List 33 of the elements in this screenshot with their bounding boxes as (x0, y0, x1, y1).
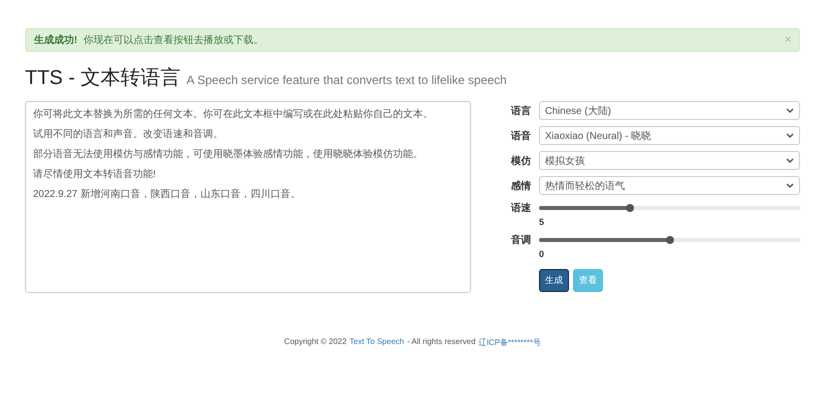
page-title: TTS - 文本转语言 (25, 66, 181, 91)
slider-value: 0 (539, 249, 546, 259)
caret-icon (786, 182, 794, 188)
dropdown[interactable]: Xiaoxiao (Neural) - 晓晓 (539, 126, 800, 145)
text-line: 2022.9.27 新增河南口音，陕西口音，山东口音，四川口音。 (33, 188, 302, 201)
field-label: 语速 (511, 202, 532, 215)
field-label: 音调 (511, 233, 532, 247)
slider-handle[interactable] (666, 236, 674, 244)
field-label: 感情 (511, 180, 532, 192)
alert-title: 生成成功! (34, 34, 78, 47)
rights-text: - All rights reserved (407, 337, 476, 348)
text-input-field[interactable]: 你可将此文本替换为所需的任何文本。你可在此文本框中编写或在此处粘贴你自己的文本。 试用不同的语言和声音。改变语速和音调。 部分语音无法使用模仿与感情功能，可使用晓墨体验感情功能，使用晓晓体验模仿功能。 请尽情使用文本转语音功能! 2022.9.27 新增河南口音，陕西口音，山东口音，四川口音。 (25, 101, 471, 293)
caret-icon (786, 108, 794, 114)
dropdown[interactable]: 热情而轻松的语气 (539, 176, 800, 195)
text-line: 你可将此文本替换为所需的任何文本。你可在此文本框中编写或在此处粘贴你自己的文本。 (33, 108, 434, 121)
slider-value: 5 (539, 217, 546, 227)
page-subtitle: A Speech service feature that converts text to lifelike speech (186, 73, 507, 87)
field-label: 语言 (511, 104, 532, 118)
text-line: 试用不同的语言和声音。改变语速和音调。 (33, 128, 224, 141)
text-line: 请尽情使用文本转语音功能! (33, 168, 157, 181)
caret-icon (786, 158, 794, 164)
site-link[interactable]: Text To Speech (350, 337, 404, 348)
dropdown[interactable]: 模拟女孩 (539, 151, 800, 170)
field-label: 模仿 (511, 154, 532, 168)
generate-button[interactable]: 生成 (539, 269, 569, 292)
caret-icon (786, 132, 794, 138)
dropdown[interactable]: Chinese (大陆) (539, 101, 800, 120)
slider-handle[interactable] (626, 204, 634, 212)
field-label: 语音 (511, 129, 532, 142)
text-line: 部分语音无法使用模仿与感情功能，可使用晓墨体验感情功能，使用晓晓体验模仿功能。 (33, 148, 424, 161)
copyright-text: Copyright © 2022 (284, 337, 347, 348)
alert-message: 你现在可以点击查看按钮去播放或下载。 (83, 34, 264, 47)
icp-link[interactable]: 辽ICP备********号 (478, 337, 541, 348)
